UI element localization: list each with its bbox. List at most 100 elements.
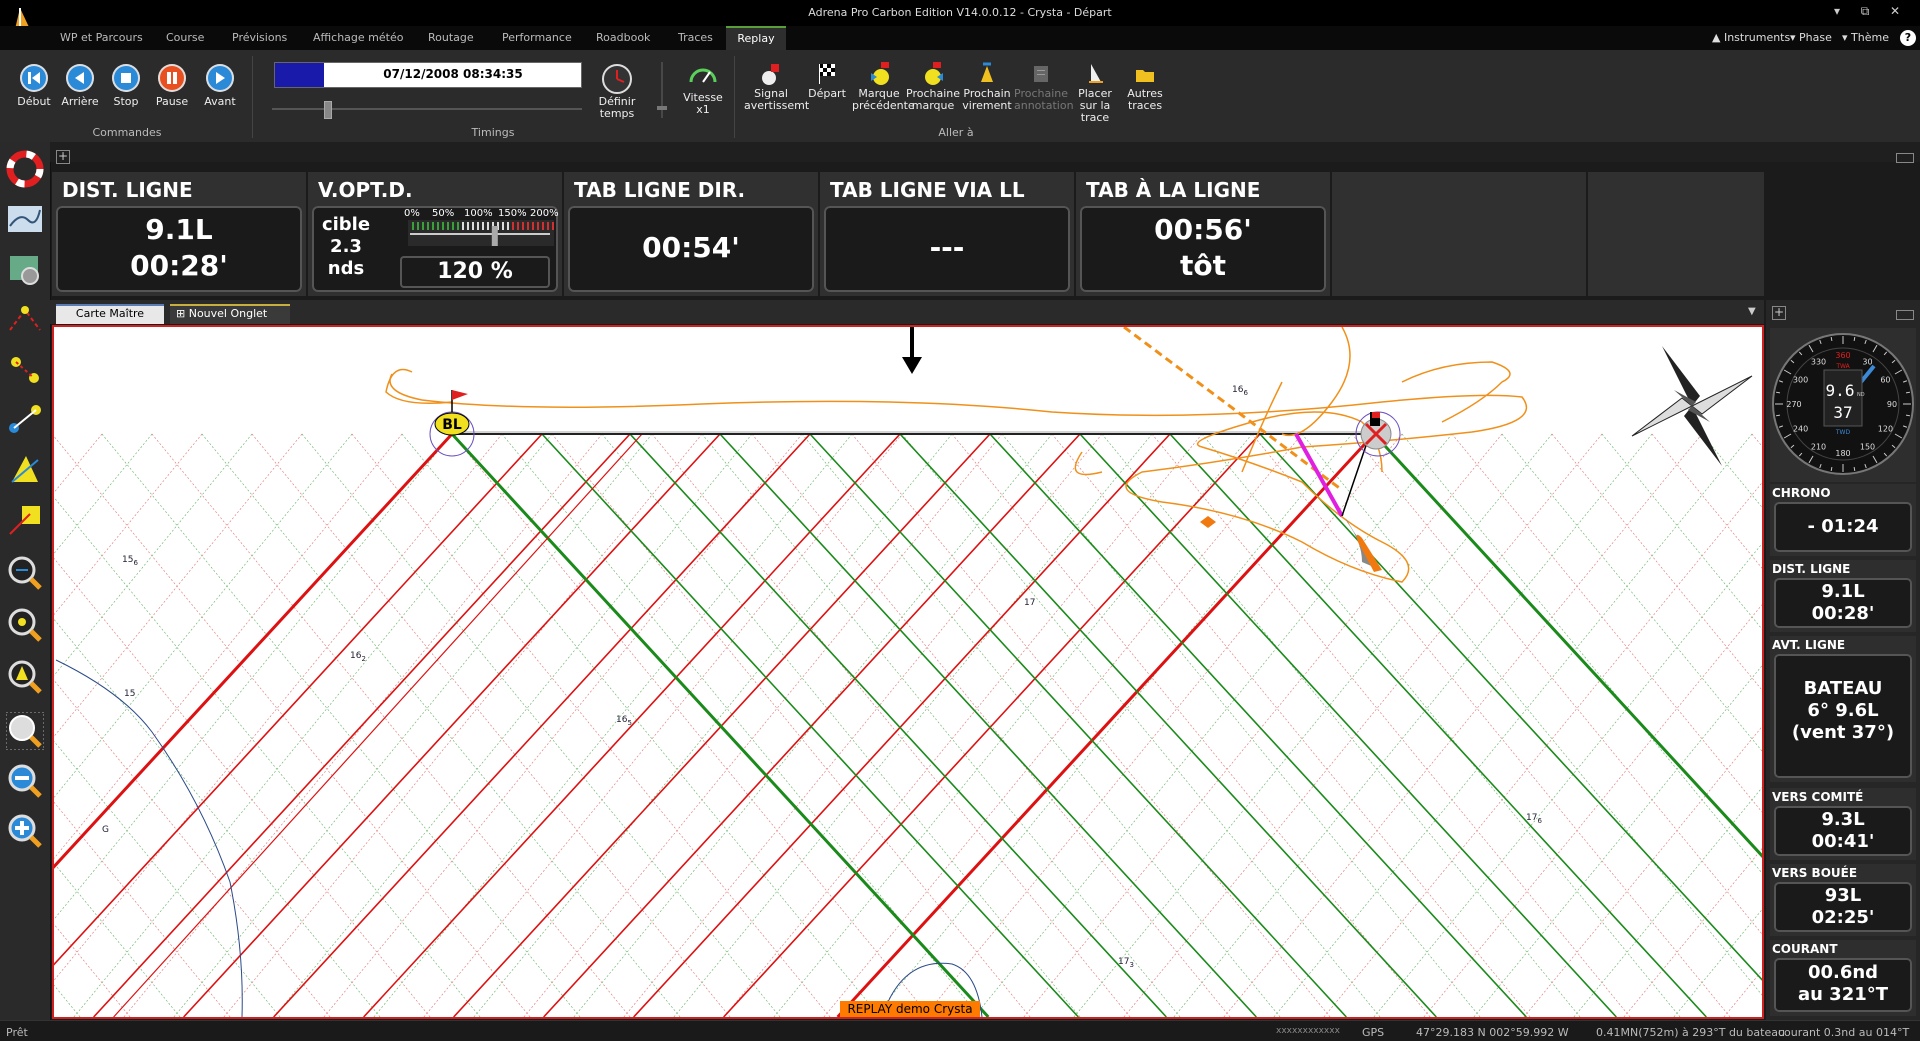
svg-text:ND: ND — [1857, 392, 1865, 398]
map-canvas[interactable]: BL 1661561621517165176G173 — [54, 327, 1762, 1017]
menu-course[interactable]: Course — [166, 31, 204, 44]
grid-line — [901, 433, 1381, 1017]
panel-tab-ligne-dir: TAB LIGNE DIR. 00:54' — [564, 172, 818, 296]
timeline-slider-handle[interactable] — [324, 101, 332, 119]
maximize-button[interactable]: ⧉ — [1854, 4, 1876, 20]
zoom-icon[interactable] — [5, 711, 45, 751]
help-icon[interactable]: ? — [1900, 30, 1916, 46]
mark-back-icon — [867, 62, 891, 86]
depart-button[interactable]: Départ — [800, 62, 854, 100]
route-yellow-icon[interactable] — [6, 350, 44, 388]
prochain-virement-button[interactable]: Prochain virement — [960, 62, 1014, 112]
grid-line — [54, 433, 153, 554]
compass-label: 240 — [1793, 425, 1808, 434]
menu-roadbook[interactable]: Roadbook — [596, 31, 650, 44]
chart-map[interactable]: BL 166 156 162 15 17 165 176 G 173 — [52, 325, 1764, 1019]
caret-icon: ▲ — [1712, 31, 1724, 44]
route-red-icon[interactable] — [6, 300, 44, 338]
menu-previsions[interactable]: Prévisions — [232, 31, 287, 44]
svg-text:37: 37 — [1833, 403, 1852, 422]
signal-avertissement-button[interactable]: Signal avertissemt — [744, 62, 809, 112]
caret-icon: ▾ — [1842, 31, 1852, 44]
folder-icon — [1133, 62, 1157, 86]
window-title: Adrena Pro Carbon Edition V14.0.0.12 - C… — [808, 6, 1112, 19]
menu-phase[interactable]: ▾ Phase — [1790, 31, 1832, 44]
instrument-menu-icon[interactable] — [1896, 310, 1914, 320]
avant-button[interactable]: Avant — [196, 62, 244, 108]
pause-button[interactable]: Pause — [148, 62, 196, 108]
compass-label: 210 — [1811, 442, 1826, 451]
menu-affichage-meteo[interactable]: Affichage météo — [313, 31, 403, 44]
zoom-area-icon[interactable] — [6, 554, 44, 592]
pin-mark-bl[interactable]: BL — [429, 390, 475, 457]
timeline-slider-track[interactable] — [272, 108, 582, 110]
definir-temps-button[interactable]: Définir temps — [590, 62, 644, 120]
grid-line — [623, 433, 1103, 1017]
menu-instruments[interactable]: ▲ Instruments — [1712, 31, 1790, 44]
tab-dropdown-icon[interactable]: ▼ — [1748, 306, 1756, 317]
prochaine-marque-button[interactable]: Prochaine marque — [906, 62, 960, 112]
svg-text:9.6: 9.6 — [1826, 381, 1855, 400]
grid-line — [1073, 433, 1553, 1017]
speed-slider[interactable] — [656, 62, 668, 118]
zoom-boat-icon[interactable] — [6, 606, 44, 644]
tab-nouvel-onglet[interactable]: ⊞ Nouvel Onglet — [170, 304, 290, 324]
placer-sur-trace-button[interactable]: Placer sur la trace — [1068, 62, 1122, 124]
minimize-button[interactable]: ▾ — [1826, 4, 1848, 20]
zoom-in-icon[interactable] — [6, 812, 44, 850]
grid-line — [723, 433, 1203, 1017]
menu-replay[interactable]: Replay — [726, 26, 786, 50]
replay-progress[interactable]: 07/12/2008 08:34:35 — [274, 62, 582, 88]
panel-tab-ligne-ll: TAB LIGNE VIA LL --- — [820, 172, 1074, 296]
chart-map-icon[interactable] — [6, 200, 44, 238]
grid-line — [54, 618, 381, 1017]
add-panel-icon[interactable]: + — [56, 150, 70, 164]
grid-line — [54, 862, 181, 1017]
stop-button[interactable]: Stop — [102, 62, 150, 108]
compass-tick — [1830, 466, 1833, 472]
zoom-route-icon[interactable] — [6, 658, 44, 696]
debut-button[interactable]: Début — [10, 62, 58, 108]
status-distance: 0.41MN(752m) à 293°T du bateau — [1596, 1026, 1785, 1039]
compass-label: 150 — [1860, 442, 1875, 451]
grid-line — [1473, 665, 1762, 1017]
grid-line — [1323, 482, 1762, 1017]
panel-empty — [1332, 172, 1586, 296]
menu-theme[interactable]: ▾ Thème — [1842, 31, 1889, 44]
boat-route-icon[interactable] — [6, 450, 44, 488]
panel-header-bar — [50, 142, 1920, 162]
zoom-out-icon[interactable] — [6, 762, 44, 800]
marque-precedente-button[interactable]: Marque précédente — [852, 62, 915, 112]
settings-icon[interactable] — [6, 250, 44, 288]
grid-line — [1151, 433, 1631, 1017]
own-boat[interactable] — [1345, 518, 1382, 572]
lifebuoy-icon[interactable] — [6, 150, 44, 188]
tack-icon — [975, 62, 999, 86]
add-instrument-icon[interactable]: + — [1772, 306, 1786, 320]
waypoints-icon[interactable] — [6, 400, 44, 438]
grid-line — [73, 433, 553, 1017]
pause-icon — [158, 64, 186, 92]
tab-carte-maitre[interactable]: Carte Maître — [56, 304, 164, 324]
autres-traces-button[interactable]: Autres traces — [1118, 62, 1172, 112]
arriere-button[interactable]: Arrière — [56, 62, 104, 108]
svg-text:BL: BL — [442, 417, 462, 433]
separator — [252, 56, 253, 138]
compass-label: 360 — [1835, 351, 1850, 360]
vitesse-button[interactable]: Vitesse x1 — [676, 62, 730, 116]
grid-route-icon[interactable] — [6, 500, 44, 538]
grid-line — [601, 433, 1081, 1017]
menu-performance[interactable]: Performance — [502, 31, 572, 44]
menu-wp-parcours[interactable]: WP et Parcours — [60, 31, 143, 44]
status-ready: Prêt — [6, 1026, 28, 1039]
close-button[interactable]: ✕ — [1884, 4, 1906, 20]
compass-label: 270 — [1786, 400, 1801, 409]
panel-menu-icon[interactable] — [1896, 153, 1914, 163]
compass-tick — [1853, 466, 1856, 472]
menu-routage[interactable]: Routage — [428, 31, 474, 44]
wind-instrument: 360 30 60 90 120 150 180 210 240 270 300 330 TWA TW… — [1770, 328, 1916, 482]
grid-line — [673, 433, 1153, 1017]
prochaine-annotation-button[interactable]: Prochaine annotation — [1014, 62, 1074, 112]
menu-traces[interactable]: Traces — [678, 31, 713, 44]
widget-vers-bouee: VERS BOUÉE 93L 02:25' — [1770, 864, 1916, 936]
